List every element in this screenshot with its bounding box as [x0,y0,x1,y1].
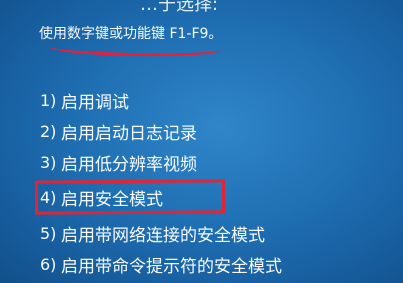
startup-settings-screen: …于选择: 使用数字键或功能键 F1-F9。 1) 启用调试 2) 启用启动日志… [0,0,403,283]
menu-item-label: 启用调试 [61,92,129,113]
menu-item-number: 3) [40,152,57,172]
instruction-text: 使用数字键或功能键 F1-F9。 [39,23,222,43]
menu-item-enable-safe-mode-networking[interactable]: 5) 启用带网络连接的安全模式 [40,221,265,246]
menu-item-number: 5) [40,223,57,243]
menu-item-number: 6) [40,254,57,274]
menu-item-label: 启用带网络连接的安全模式 [61,225,265,246]
instruction-keys: F1-F9。 [169,26,223,42]
menu-item-label: 启用启动日志记录 [61,123,197,144]
menu-item-number: 2) [40,121,57,141]
menu-item-enable-low-resolution-video[interactable]: 3) 启用低分辨率视频 [40,150,197,175]
menu-item-number: 1) [40,90,57,110]
menu-item-label: 启用低分辨率视频 [61,154,197,175]
menu-item-enable-boot-logging[interactable]: 2) 启用启动日志记录 [40,119,197,144]
menu-item-enable-safe-mode-command-prompt[interactable]: 6) 启用带命令提示符的安全模式 [40,252,282,277]
menu-item-enable-debugging[interactable]: 1) 启用调试 [40,88,129,113]
instruction-prefix: 使用数字键或功能键 [39,26,165,42]
menu-item-label: 启用带命令提示符的安全模式 [61,256,282,277]
cropped-heading-text: …于选择: [140,0,219,15]
red-underline-annotation [48,42,222,58]
safe-mode-highlight-box [34,179,226,215]
